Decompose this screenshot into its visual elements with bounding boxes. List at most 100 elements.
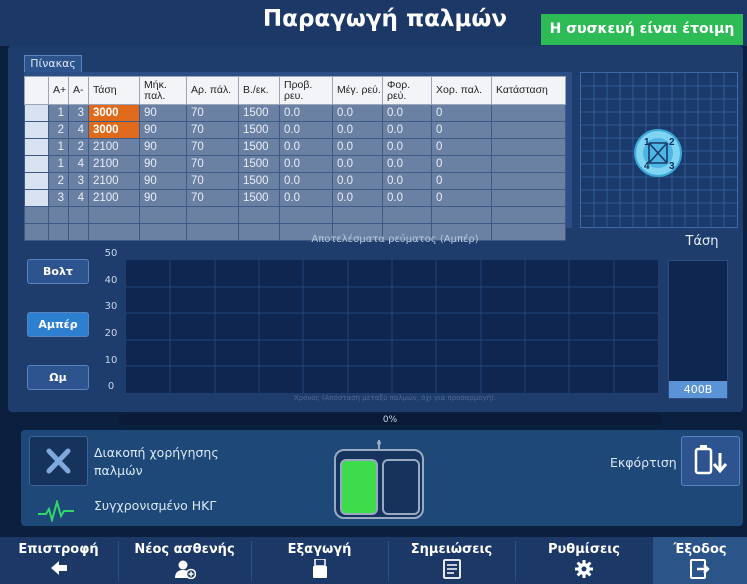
discharge-button[interactable] — [681, 436, 740, 486]
table-cell: 0 — [431, 121, 492, 139]
table-cell: 0.0 — [279, 104, 333, 122]
gear-icon — [575, 560, 593, 578]
col-header-pulse-count: Αρ. πάλ. — [186, 76, 239, 105]
nav-exit[interactable]: Έξοδος — [653, 537, 747, 584]
arrow-left-icon — [50, 561, 67, 575]
y-tick-label: 20 — [104, 328, 118, 339]
table-cell — [491, 155, 566, 173]
table-cell: 1500 — [238, 121, 280, 139]
table-cell: 2100 — [88, 172, 140, 190]
electrode-1-label: 1 — [644, 137, 650, 148]
table-cell: 3 — [68, 104, 89, 122]
current-plot-area — [126, 260, 658, 393]
electrode-3-label: 3 — [669, 161, 675, 172]
table-cell — [491, 138, 566, 156]
table-cell — [491, 172, 566, 190]
table-cell: 1 — [48, 104, 69, 122]
col-header-select — [24, 76, 49, 105]
col-header-max-current: Μέγ. ρεύ. — [332, 76, 383, 105]
battery-discharge-icon — [694, 445, 728, 475]
x-axis-label: Χρόνος (Απόσταση μεταξύ παλμών, όχι για … — [293, 394, 497, 402]
table-cell: 0.0 — [332, 104, 383, 122]
table-cell: 0.0 — [382, 104, 432, 122]
row-select-cell[interactable] — [24, 172, 49, 190]
table-cell — [88, 206, 140, 224]
col-header-a-plus: A+ — [48, 76, 69, 105]
table-row[interactable]: 2 4 3000 90 70 1500 0.0 0.0 0.0 0 — [24, 121, 566, 139]
nav-settings[interactable]: Ρυθμίσεις — [516, 537, 652, 584]
table-cell: 2 — [48, 172, 69, 190]
exit-icon — [690, 559, 710, 579]
row-select-cell[interactable] — [24, 104, 49, 122]
stop-delivery-button[interactable] — [29, 436, 88, 486]
amperes-button[interactable]: Αμπέρ — [27, 312, 89, 337]
table-cell: 90 — [139, 172, 187, 190]
table-cell — [24, 223, 49, 241]
progress-text: 0% — [382, 415, 398, 425]
y-tick-label: 40 — [104, 275, 118, 286]
table-row[interactable]: 1 2 2100 90 70 1500 0.0 0.0 0.0 0 — [24, 138, 566, 156]
nav-export[interactable]: Εξαγωγή — [252, 537, 387, 584]
table-cell: 1 — [48, 138, 69, 156]
table-cell: 2100 — [88, 155, 140, 173]
table-cell: 1500 — [238, 104, 280, 122]
electrode-2-label: 2 — [669, 137, 675, 148]
table-cell — [186, 223, 239, 241]
col-header-a-minus: A- — [68, 76, 89, 105]
col-header-status: Κατάσταση — [491, 76, 566, 105]
table-cell — [238, 206, 280, 224]
table-cell: 1500 — [238, 172, 280, 190]
nav-back[interactable]: Επιστροφή — [0, 537, 117, 584]
volts-button[interactable]: Βολτ — [27, 259, 89, 284]
table-cell — [88, 223, 140, 241]
ecg-icon — [36, 498, 76, 526]
row-select-cell[interactable] — [24, 155, 49, 173]
page-title: Παραγωγή παλμών — [262, 6, 508, 32]
table-row[interactable]: 1 4 2100 90 70 1500 0.0 0.0 0.0 0 — [24, 155, 566, 173]
tab-table[interactable]: Πίνακας — [24, 55, 82, 72]
close-icon — [46, 448, 71, 474]
nav-new-patient[interactable]: Νέος ασθενής — [119, 537, 250, 584]
table-cell: 1 — [48, 155, 69, 173]
table-cell: 3000 — [88, 104, 140, 122]
table-row[interactable]: 2 3 2100 90 70 1500 0.0 0.0 0.0 0 — [24, 172, 566, 190]
table-cell — [139, 206, 187, 224]
table-cell: 0.0 — [332, 172, 383, 190]
table-row[interactable]: 3 4 2100 90 70 1500 0.0 0.0 0.0 0 — [24, 189, 566, 207]
col-header-delivered-pulses: Χορ. παλ. — [431, 76, 492, 105]
table-cell: 0.0 — [382, 172, 432, 190]
row-select-cell[interactable] — [24, 138, 49, 156]
table-cell: 0 — [431, 138, 492, 156]
voltage-value: 400Β — [669, 381, 727, 398]
table-cell: 2 — [48, 121, 69, 139]
row-select-cell[interactable] — [24, 189, 49, 207]
nav-back-label: Επιστροφή — [18, 542, 99, 557]
table-cell: 0.0 — [332, 189, 383, 207]
device-status-badge: Η συσκευή είναι έτοιμη — [541, 14, 743, 45]
notes-icon — [442, 559, 461, 579]
nav-new-patient-label: Νέος ασθενής — [134, 542, 235, 557]
ohms-button[interactable]: Ωμ — [27, 365, 89, 390]
table-row[interactable]: 1 3 3000 90 70 1500 0.0 0.0 0.0 0 — [24, 104, 566, 122]
table-cell: 0.0 — [382, 155, 432, 173]
table-cell: 90 — [139, 189, 187, 207]
row-select-cell[interactable] — [24, 121, 49, 139]
table-cell — [48, 223, 69, 241]
table-cell: 0.0 — [279, 155, 333, 173]
table-cell — [68, 223, 89, 241]
col-header-charge-current: Φορ. ρεύ. — [382, 76, 432, 105]
table-cell — [68, 206, 89, 224]
table-cell: 90 — [139, 138, 187, 156]
table-cell: 0.0 — [279, 138, 333, 156]
table-cell: 0.0 — [382, 138, 432, 156]
table-cell: 70 — [186, 172, 239, 190]
table-cell — [431, 206, 492, 224]
electrode-map: 1 2 3 4 — [580, 72, 738, 228]
nav-export-label: Εξαγωγή — [287, 542, 352, 557]
table-cell: 0.0 — [382, 121, 432, 139]
table-cell: 0.0 — [332, 138, 383, 156]
nav-notes[interactable]: Σημειώσεις — [389, 537, 514, 584]
table-cell: 4 — [68, 121, 89, 139]
nav-notes-label: Σημειώσεις — [410, 542, 493, 557]
table-cell: 1500 — [238, 138, 280, 156]
